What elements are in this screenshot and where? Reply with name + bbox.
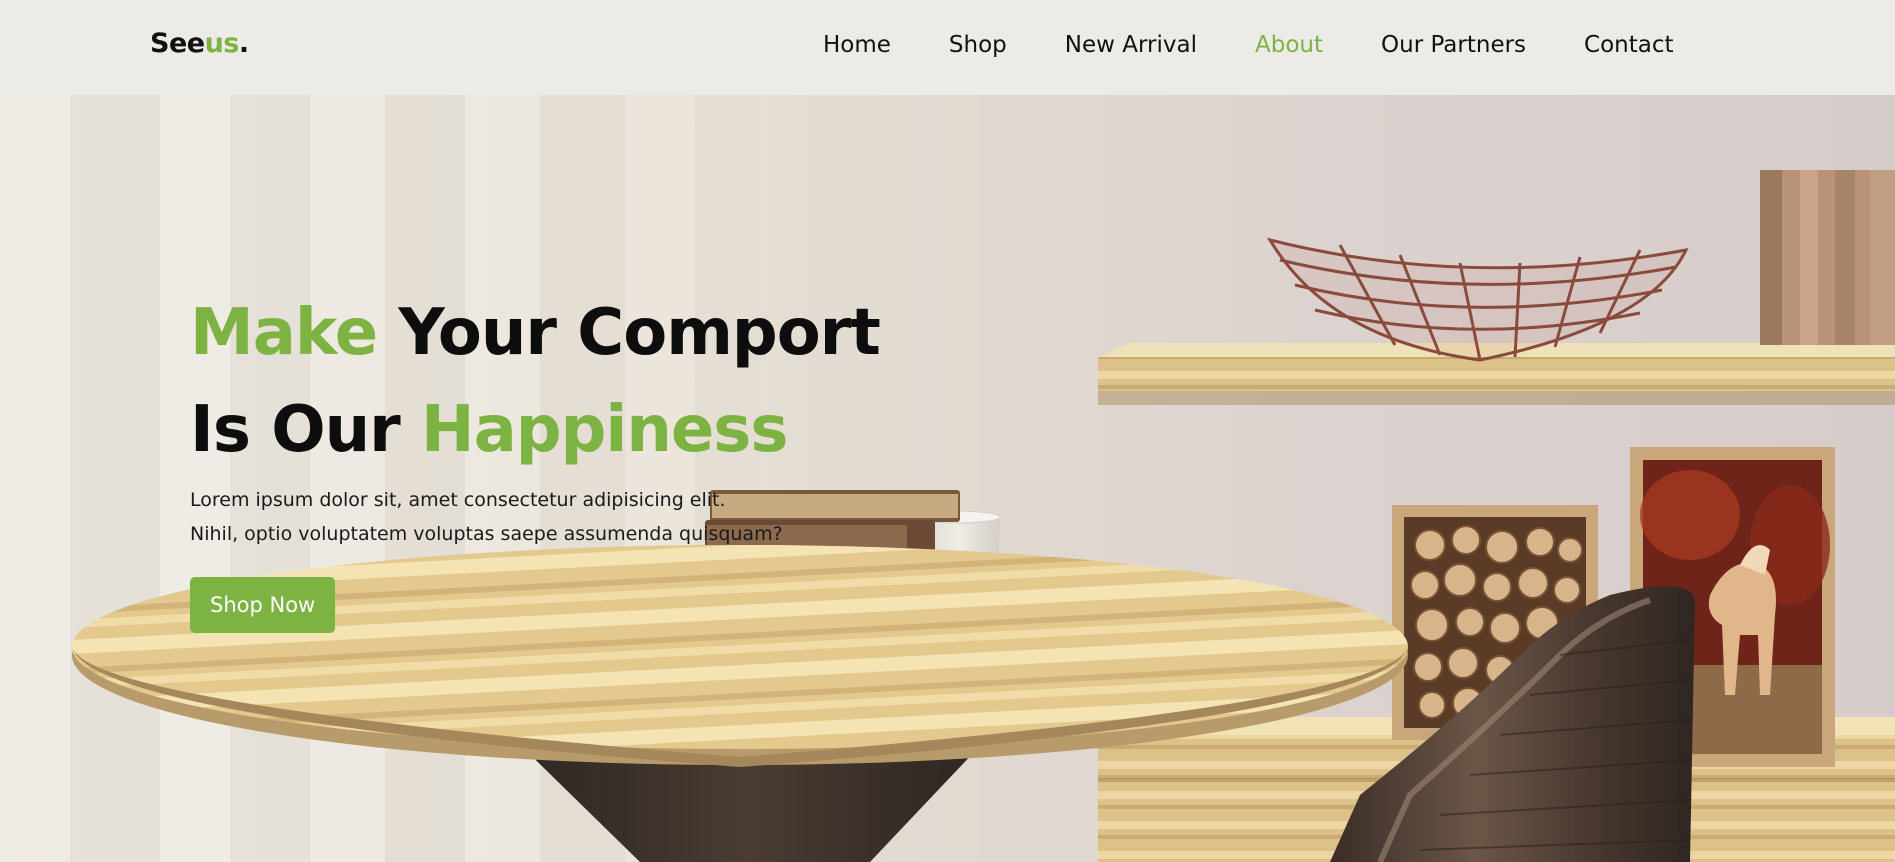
nav-link-contact[interactable]: Contact (1584, 32, 1673, 58)
brand-logo[interactable]: Seeus. (150, 28, 249, 59)
headline-text-2: Is Our (190, 393, 421, 467)
nav-link-new-arrival[interactable]: New Arrival (1065, 32, 1197, 58)
hero-description: Lorem ipsum dolor sit, amet consectetur … (190, 483, 880, 551)
nav-link-our-partners[interactable]: Our Partners (1381, 32, 1526, 58)
headline-accent-happiness: Happiness (421, 393, 788, 467)
top-navbar: Seeus. Home Shop New Arrival About Our P… (0, 0, 1895, 95)
description-line-2: Nihil, optio voluptatem voluptas saepe a… (190, 523, 783, 545)
headline-line-2: Is Our Happiness (190, 382, 880, 479)
headline-line-1: Make Your Comport (190, 285, 881, 382)
nav-link-shop[interactable]: Shop (949, 32, 1007, 58)
headline-accent-make: Make (190, 296, 378, 370)
brand-prefix: See (150, 28, 205, 59)
nav-link-about[interactable]: About (1255, 32, 1323, 58)
hero-content: Make Your Comport Is Our Happiness Lorem… (190, 285, 881, 633)
hero-headline: Make Your Comport Is Our Happiness (190, 285, 881, 479)
nav-link-home[interactable]: Home (823, 32, 891, 58)
description-line-1: Lorem ipsum dolor sit, amet consectetur … (190, 489, 726, 511)
nav-menu: Home Shop New Arrival About Our Partners… (823, 32, 1674, 58)
headline-text-1: Your Comport (377, 296, 880, 370)
hero-section: Make Your Comport Is Our Happiness Lorem… (0, 95, 1895, 862)
brand-suffix: . (238, 28, 249, 59)
brand-accent: us (204, 28, 240, 59)
shop-now-button[interactable]: Shop Now (190, 577, 336, 633)
